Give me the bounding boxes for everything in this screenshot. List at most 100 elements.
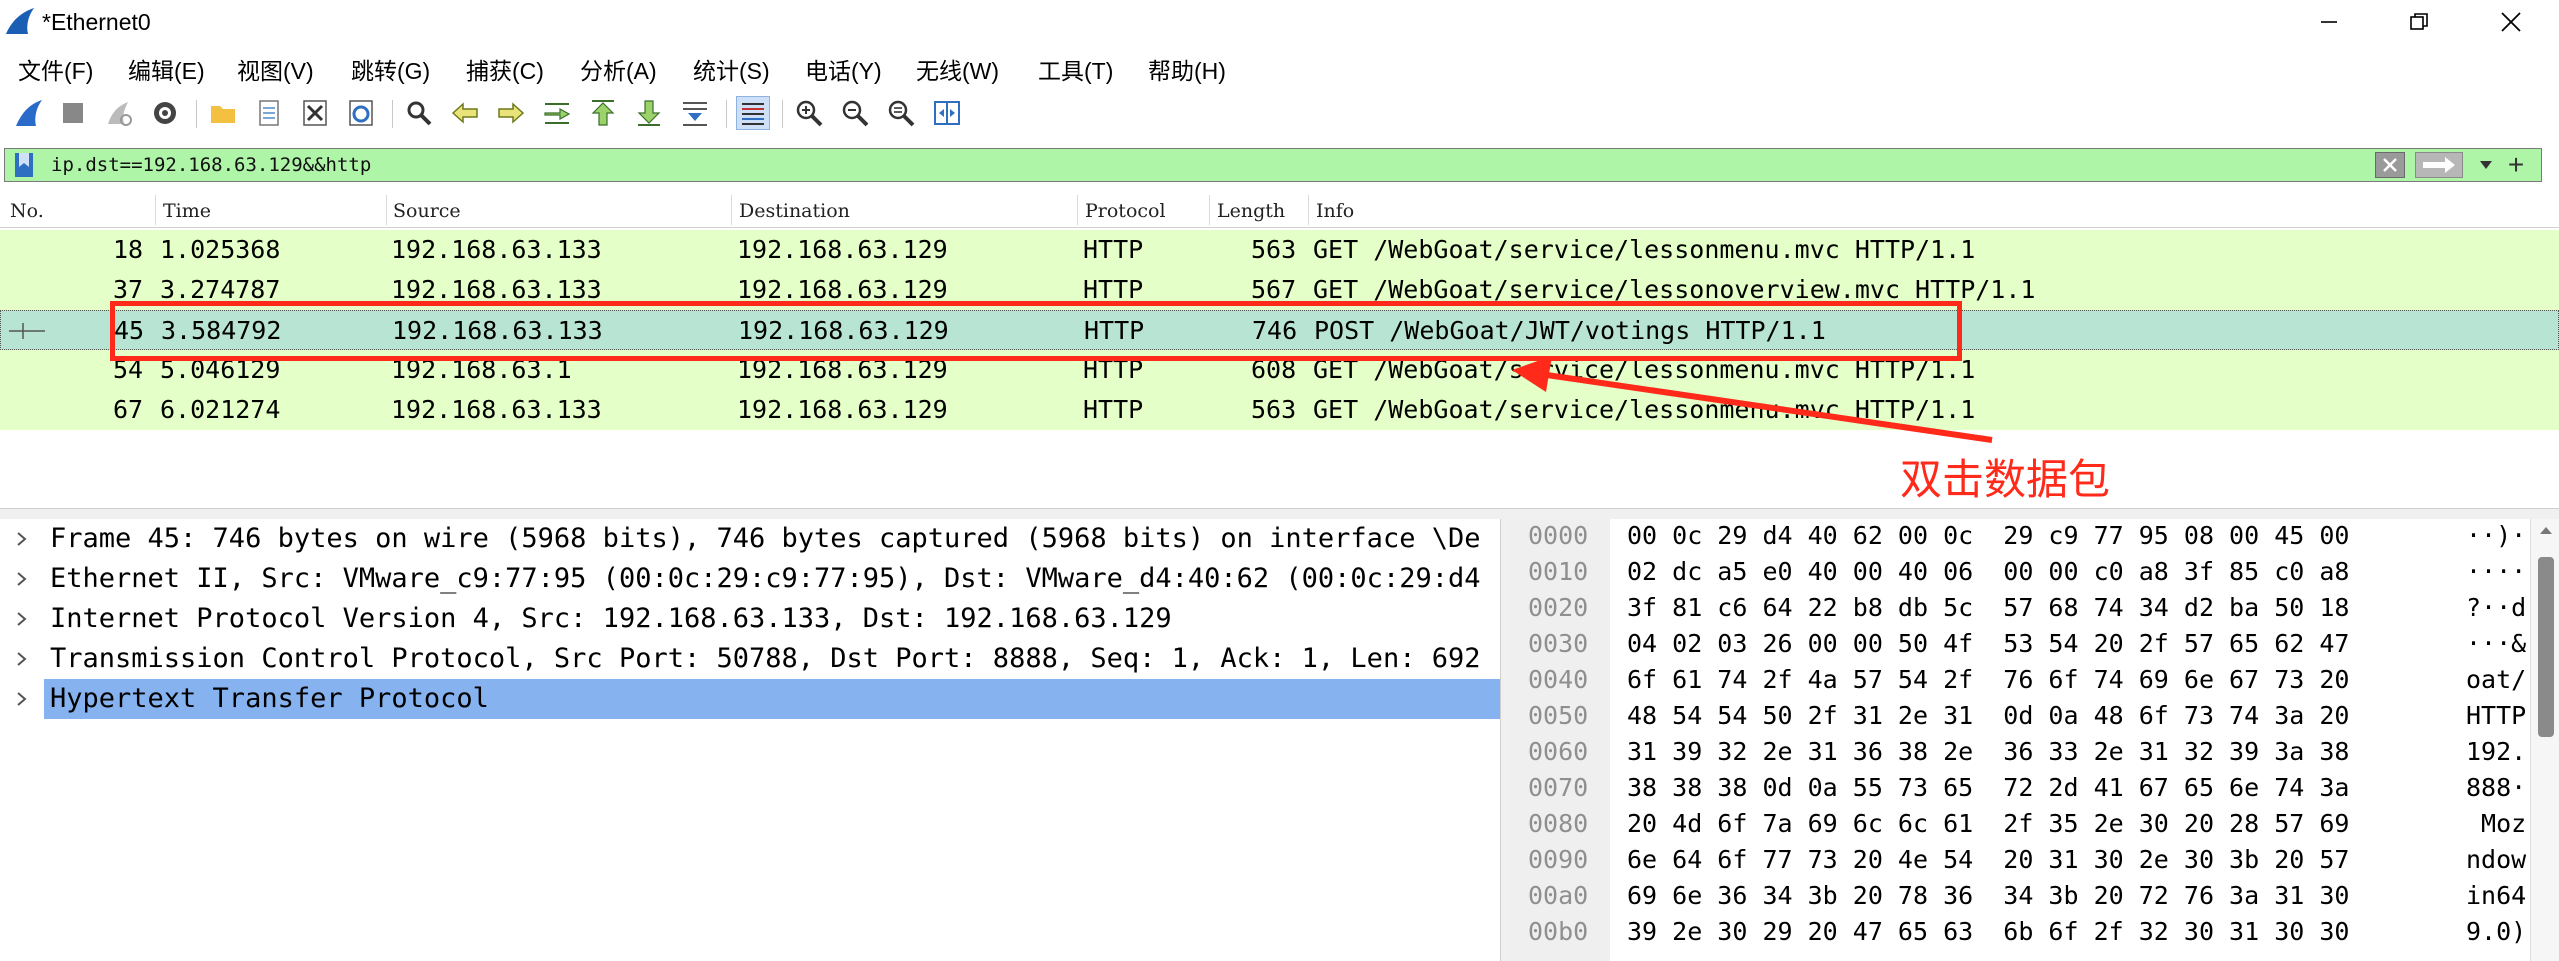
hex-row[interactable]: 0020 3f 81 c6 64 22 b8 db 5c 57 68 74 34 … (1510, 591, 2530, 627)
packet-row[interactable]: 18 1.025368 192.168.63.133 192.168.63.12… (0, 230, 2559, 270)
detail-row-ethernet[interactable]: Ethernet II, Src: VMware_c9:77:95 (00:0c… (0, 559, 1500, 599)
last-packet-button[interactable] (632, 96, 666, 130)
hex-bytes: 31 39 32 2e 31 36 38 2e 36 33 2e 31 32 3… (1627, 737, 2350, 766)
hex-ascii: ··)· (2466, 521, 2527, 550)
menu-go[interactable]: 跳转(G) (351, 52, 430, 86)
stop-capture-button[interactable] (56, 96, 90, 130)
chevron-right-icon[interactable] (14, 525, 30, 553)
menu-analyze[interactable]: 分析(A) (580, 52, 657, 86)
menu-statistics[interactable]: 统计(S) (693, 52, 770, 86)
hex-ascii: HTTP (2466, 701, 2527, 730)
colorize-icon (742, 103, 764, 125)
menu-view[interactable]: 视图(V) (237, 52, 314, 86)
packet-destination: 192.168.63.129 (737, 275, 948, 304)
colorize-button[interactable] (736, 96, 770, 130)
hex-row[interactable]: 0090 6e 64 6f 77 73 20 4e 54 20 31 30 2e … (1510, 843, 2530, 879)
column-header-no[interactable]: No. (10, 200, 44, 222)
hex-ascii: ···· (2466, 557, 2527, 586)
menu-file[interactable]: 文件(F) (18, 52, 93, 86)
bookmark-icon[interactable] (13, 152, 35, 178)
reload-icon (349, 100, 373, 126)
hex-row[interactable]: 0000 00 0c 29 d4 40 62 00 0c 29 c9 77 95 … (1510, 519, 2530, 555)
hex-pane-scrollbar[interactable] (2530, 519, 2559, 961)
column-header-length[interactable]: Length (1217, 200, 1285, 222)
close-window-button[interactable] (2476, 4, 2546, 40)
detail-row-frame[interactable]: Frame 45: 746 bytes on wire (5968 bits),… (0, 519, 1500, 559)
scrollbar-thumb[interactable] (2538, 557, 2554, 737)
packet-info: GET /WebGoat/service/lessonoverview.mvc … (1313, 275, 2036, 304)
chevron-right-icon[interactable] (14, 685, 30, 713)
start-capture-button[interactable] (12, 96, 46, 130)
menu-help[interactable]: 帮助(H) (1148, 52, 1226, 86)
hex-ascii: Moz (2466, 809, 2527, 838)
filter-history-dropdown[interactable] (2471, 152, 2501, 178)
detail-row-http[interactable]: Hypertext Transfer Protocol (0, 679, 1500, 719)
hex-offset: 0030 (1528, 629, 1589, 658)
menu-wireless[interactable]: 无线(W) (916, 52, 999, 86)
main-toolbar (0, 92, 2559, 136)
hex-row[interactable]: 0070 38 38 38 0d 0a 55 73 65 72 2d 41 67 … (1510, 771, 2530, 807)
arrow-left-icon (451, 102, 478, 124)
resize-columns-button[interactable] (930, 96, 964, 130)
hex-row[interactable]: 0080 20 4d 6f 7a 69 6c 6c 61 2f 35 2e 30 … (1510, 807, 2530, 843)
packet-length: 563 (1251, 395, 1297, 424)
menu-telephony[interactable]: 电话(Y) (805, 52, 882, 86)
chevron-right-icon[interactable] (14, 605, 30, 633)
selected-packet-marker-icon (9, 323, 45, 339)
add-filter-button[interactable]: + (2501, 148, 2531, 182)
zoom-out-button[interactable] (838, 96, 872, 130)
hex-ascii: in64 (2466, 881, 2527, 910)
packet-row[interactable]: 67 6.021274 192.168.63.133 192.168.63.12… (0, 390, 2559, 430)
arrow-right-icon (498, 102, 525, 124)
restart-capture-button[interactable] (102, 96, 136, 130)
packet-time: 1.025368 (160, 235, 281, 264)
menu-capture[interactable]: 捕获(C) (466, 52, 544, 86)
hex-bytes: 6f 61 74 2f 4a 57 54 2f 76 6f 74 69 6e 6… (1627, 665, 2350, 694)
reload-file-button[interactable] (344, 96, 378, 130)
chevron-right-icon[interactable] (14, 645, 30, 673)
menu-tools[interactable]: 工具(T) (1038, 52, 1113, 86)
first-packet-button[interactable] (586, 96, 620, 130)
hex-row[interactable]: 00b0 39 2e 30 29 20 47 65 63 6b 6f 2f 32 … (1510, 915, 2530, 951)
display-filter-bar[interactable]: ip.dst==192.168.63.129&&http (4, 148, 2542, 182)
capture-options-button[interactable] (148, 96, 182, 130)
detail-text: Ethernet II, Src: VMware_c9:77:95 (00:0c… (50, 563, 1481, 594)
chevron-down-icon (2480, 161, 2492, 169)
chevron-right-icon[interactable] (14, 565, 30, 593)
go-back-button[interactable] (448, 96, 482, 130)
auto-scroll-button[interactable] (678, 96, 712, 130)
column-header-info[interactable]: Info (1316, 200, 1354, 222)
go-forward-button[interactable] (494, 96, 528, 130)
open-file-button[interactable] (206, 96, 240, 130)
detail-row-ip[interactable]: Internet Protocol Version 4, Src: 192.16… (0, 599, 1500, 639)
close-file-button[interactable] (298, 96, 332, 130)
save-file-button[interactable] (252, 96, 286, 130)
clear-filter-button[interactable] (2375, 152, 2405, 178)
hex-row[interactable]: 0010 02 dc a5 e0 40 00 40 06 00 00 c0 a8 … (1510, 555, 2530, 591)
packet-list-header: No. Time Source Destination Protocol Len… (0, 193, 2559, 228)
detail-row-tcp[interactable]: Transmission Control Protocol, Src Port:… (0, 639, 1500, 679)
hex-row[interactable]: 0040 6f 61 74 2f 4a 57 54 2f 76 6f 74 69 … (1510, 663, 2530, 699)
column-header-source[interactable]: Source (393, 200, 461, 222)
maximize-button[interactable] (2384, 4, 2454, 40)
column-header-destination[interactable]: Destination (739, 200, 850, 222)
zoom-reset-icon (888, 100, 915, 127)
display-filter-input[interactable]: ip.dst==192.168.63.129&&http (51, 154, 371, 176)
hex-row[interactable]: 00a0 69 6e 36 34 3b 20 78 36 34 3b 20 72 … (1510, 879, 2530, 915)
normal-size-button[interactable] (884, 96, 918, 130)
hex-row[interactable]: 0050 48 54 54 50 2f 31 2e 31 0d 0a 48 6f … (1510, 699, 2530, 735)
packet-destination: 192.168.63.129 (737, 395, 948, 424)
hex-row[interactable]: 0030 04 02 03 26 00 00 50 4f 53 54 20 2f … (1510, 627, 2530, 663)
menu-edit[interactable]: 编辑(E) (128, 52, 205, 86)
scroll-up-icon[interactable] (2539, 525, 2553, 535)
hex-row[interactable]: 0060 31 39 32 2e 31 36 38 2e 36 33 2e 31 … (1510, 735, 2530, 771)
zoom-in-button[interactable] (792, 96, 826, 130)
hex-ascii: 192. (2466, 737, 2527, 766)
apply-filter-button[interactable] (2415, 152, 2463, 178)
go-to-packet-button[interactable] (540, 96, 574, 130)
hex-bytes: 69 6e 36 34 3b 20 78 36 34 3b 20 72 76 3… (1627, 881, 2350, 910)
column-header-protocol[interactable]: Protocol (1085, 200, 1166, 222)
find-packet-button[interactable] (402, 96, 436, 130)
column-header-time[interactable]: Time (163, 200, 211, 222)
minimize-button[interactable] (2294, 4, 2364, 40)
